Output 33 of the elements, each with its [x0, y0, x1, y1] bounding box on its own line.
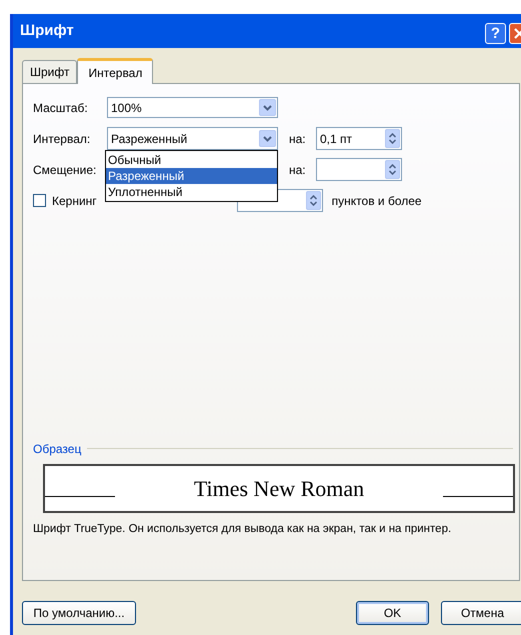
spin-field[interactable]: 0,1 пт: [316, 127, 402, 150]
spin-button[interactable]: [385, 160, 400, 179]
field-label: Кернинг: [52, 192, 97, 210]
dropdown-button[interactable]: [259, 99, 276, 116]
field-label: на:: [289, 130, 307, 148]
spin-arrows-icon: [389, 164, 396, 175]
help-button[interactable]: ?: [485, 22, 506, 44]
spin-arrows-icon: [310, 195, 317, 206]
chevron-down-icon: [263, 136, 272, 142]
default-button[interactable]: По умолчанию...: [22, 601, 136, 625]
chevron-down-icon: [263, 104, 272, 110]
spacing-combo[interactable]: Разреженный: [107, 127, 278, 150]
field-label: пунктов и более: [332, 192, 422, 210]
tab[interactable]: Шрифт: [22, 60, 78, 83]
dropdown-option[interactable]: Разреженный: [106, 168, 277, 184]
ok-button[interactable]: OK: [356, 601, 429, 625]
field-label: Масштаб:: [33, 100, 89, 116]
font-description: Шрифт TrueType. Он используется для вывода как на экран, так и на принтер.: [33, 522, 452, 537]
field-label: Смещение:: [33, 162, 98, 178]
spin-field[interactable]: [316, 158, 402, 181]
field-label: Интервал:: [33, 130, 92, 148]
spin-button[interactable]: [306, 191, 321, 210]
spin-arrows-icon: [389, 133, 396, 144]
section-label: Образец: [33, 440, 82, 458]
field-label: на:: [289, 162, 307, 178]
cancel-button[interactable]: Отмена: [441, 601, 521, 625]
spin-button[interactable]: [385, 129, 400, 148]
dropdown-button[interactable]: [259, 130, 276, 147]
scale-combo[interactable]: 100%: [107, 97, 278, 118]
tab[interactable]: Интервал: [77, 58, 154, 84]
preview-sample: Times New Roman: [194, 474, 364, 503]
checkbox[interactable]: [33, 194, 46, 207]
window-title: Шрифт: [20, 20, 74, 41]
